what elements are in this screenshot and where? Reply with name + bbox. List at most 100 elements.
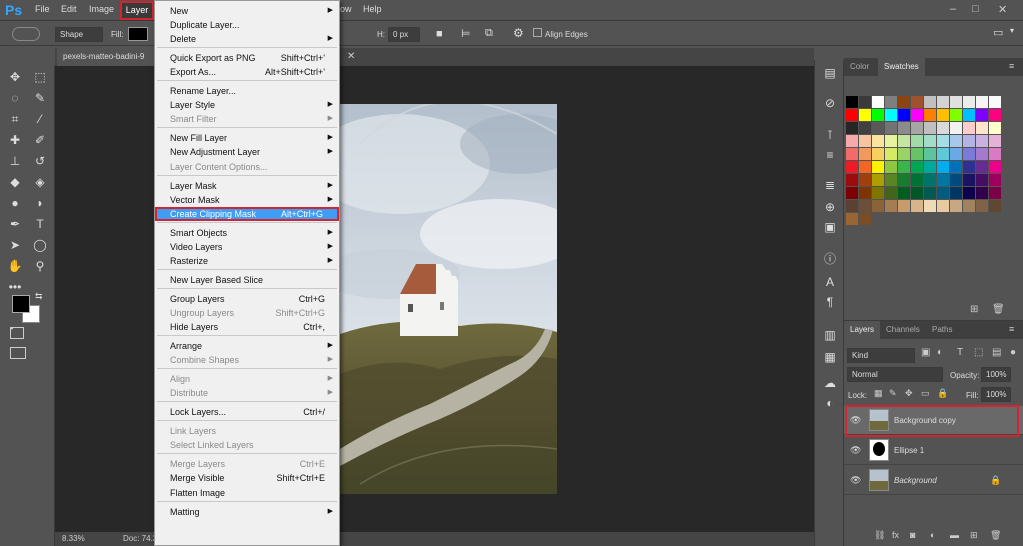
- color-swatch[interactable]: [846, 213, 858, 225]
- add-mask-icon[interactable]: ◙: [910, 530, 915, 540]
- color-swatch[interactable]: [846, 161, 858, 173]
- color-swatch[interactable]: [963, 200, 975, 212]
- color-swatch[interactable]: [937, 161, 949, 173]
- fill-input[interactable]: 100%: [981, 387, 1011, 402]
- restore-button[interactable]: □: [972, 3, 979, 15]
- color-swatch[interactable]: [924, 109, 936, 121]
- minimize-button[interactable]: –: [950, 3, 956, 15]
- ellipse-tool-preset-icon[interactable]: [12, 27, 40, 41]
- color-swatch[interactable]: [950, 109, 962, 121]
- close-tab-icon[interactable]: ✕: [347, 51, 355, 62]
- menu-item-merge-visible[interactable]: Merge Visible Shift+Ctrl+E: [155, 471, 339, 485]
- tab-paths[interactable]: Paths: [926, 321, 958, 339]
- color-swatch[interactable]: [898, 174, 910, 186]
- lock-all-icon[interactable]: 🔒: [937, 388, 948, 399]
- color-swatch[interactable]: [950, 96, 962, 108]
- menu-item-flatten-image[interactable]: Flatten Image: [155, 486, 339, 500]
- color-swatch[interactable]: [976, 200, 988, 212]
- color-swatch[interactable]: [976, 187, 988, 199]
- tab-layers[interactable]: Layers: [844, 321, 881, 339]
- menu-item-smart-objects[interactable]: Smart Objects ▶: [155, 226, 339, 240]
- color-swatch[interactable]: [885, 200, 897, 212]
- color-swatch[interactable]: [898, 200, 910, 212]
- color-swatch[interactable]: [911, 200, 923, 212]
- color-swatch[interactable]: [911, 174, 923, 186]
- color-swatch[interactable]: [937, 200, 949, 212]
- color-swatch[interactable]: [872, 109, 884, 121]
- menu-item-merge-layers[interactable]: Merge Layers Ctrl+E: [155, 457, 339, 471]
- eraser-tool-icon[interactable]: ◆: [5, 173, 25, 191]
- move-tool-icon[interactable]: ✥: [5, 68, 25, 86]
- color-swatch[interactable]: [989, 135, 1001, 147]
- delete-layer-icon[interactable]: 🗑: [990, 530, 1001, 541]
- adjustments-icon[interactable]: ⊺: [822, 128, 838, 144]
- color-swatch[interactable]: [898, 161, 910, 173]
- menu-item-duplicate-layer[interactable]: Duplicate Layer...: [155, 18, 339, 32]
- menu-item-export-as[interactable]: Export As... Alt+Shift+Ctrl+': [155, 65, 339, 79]
- color-swatch[interactable]: [924, 148, 936, 160]
- color-swatch[interactable]: [976, 96, 988, 108]
- more-tools-icon[interactable]: •••: [5, 278, 25, 296]
- screen-mode-icon[interactable]: [10, 347, 26, 359]
- ellipse-tool-icon[interactable]: ◯: [30, 236, 50, 254]
- color-swatch[interactable]: [924, 96, 936, 108]
- color-swatch[interactable]: [976, 161, 988, 173]
- color-swatch[interactable]: [950, 148, 962, 160]
- creative-cloud-icon[interactable]: ☁: [822, 376, 838, 392]
- path-arrangement-icon[interactable]: ⧉: [485, 27, 493, 40]
- lock-position-icon[interactable]: ✥: [905, 388, 913, 399]
- menu-item-matting[interactable]: Matting ▶: [155, 505, 339, 519]
- new-adjustment-icon[interactable]: ◐: [930, 530, 935, 540]
- menu-item-link-layers[interactable]: Link Layers: [155, 424, 339, 438]
- color-swatch[interactable]: [859, 109, 871, 121]
- color-swatch[interactable]: [989, 148, 1001, 160]
- menu-item-rename-layer[interactable]: Rename Layer...: [155, 84, 339, 98]
- chevron-down-icon[interactable]: ▾: [1010, 26, 1014, 35]
- styles-icon[interactable]: ≣: [822, 178, 838, 194]
- path-alignment-icon[interactable]: ⊨: [461, 27, 471, 40]
- path-selection-tool-icon[interactable]: ➤: [5, 236, 25, 254]
- menu-item-create-clipping-mask[interactable]: Create Clipping Mask Alt+Ctrl+G: [155, 206, 339, 221]
- color-swatch[interactable]: [950, 200, 962, 212]
- color-swatch[interactable]: [911, 96, 923, 108]
- color-swatch[interactable]: [989, 96, 1001, 108]
- menu-layer[interactable]: Layer: [120, 1, 154, 20]
- menu-image[interactable]: Image: [89, 4, 114, 14]
- color-swatch[interactable]: [872, 96, 884, 108]
- color-swatch[interactable]: [846, 148, 858, 160]
- menu-item-new-fill-layer[interactable]: New Fill Layer ▶: [155, 131, 339, 145]
- menu-item-layer-mask[interactable]: Layer Mask ▶: [155, 179, 339, 193]
- clone-source-icon[interactable]: ⊕: [822, 200, 838, 216]
- layer-style-icon[interactable]: fx: [892, 530, 899, 540]
- color-swatch[interactable]: [937, 187, 949, 199]
- color-swatch[interactable]: [872, 122, 884, 134]
- color-swatch[interactable]: [963, 109, 975, 121]
- color-swatch[interactable]: [872, 174, 884, 186]
- color-swatch[interactable]: [989, 187, 1001, 199]
- pen-tool-icon[interactable]: ✒: [5, 215, 25, 233]
- notes-icon[interactable]: ▦: [822, 350, 838, 366]
- lasso-tool-icon[interactable]: ◌: [5, 89, 25, 107]
- blend-mode-select[interactable]: Normal: [847, 367, 943, 382]
- menu-item-ungroup-layers[interactable]: Ungroup Layers Shift+Ctrl+G: [155, 306, 339, 320]
- history-icon[interactable]: ▤: [822, 66, 838, 82]
- close-button[interactable]: ✕: [998, 3, 1007, 16]
- color-swatch[interactable]: [963, 174, 975, 186]
- color-swatch[interactable]: [924, 187, 936, 199]
- crop-tool-icon[interactable]: ⌗: [5, 110, 25, 128]
- layer-filter-select[interactable]: Kind: [847, 348, 915, 363]
- workspace-icon[interactable]: ▭: [993, 26, 1003, 39]
- zoom-level[interactable]: 8.33%: [62, 534, 85, 543]
- trash-icon[interactable]: 🗑: [992, 304, 1005, 315]
- menu-item-video-layers[interactable]: Video Layers ▶: [155, 240, 339, 254]
- filter-shape-icon[interactable]: ⬚: [974, 347, 983, 358]
- filter-type-icon[interactable]: T: [957, 347, 963, 358]
- color-swatch[interactable]: [911, 187, 923, 199]
- color-swatch[interactable]: [976, 122, 988, 134]
- properties-icon[interactable]: ≡: [822, 148, 838, 164]
- color-swatch[interactable]: [924, 161, 936, 173]
- color-swatch[interactable]: [950, 122, 962, 134]
- color-swatch[interactable]: [911, 148, 923, 160]
- color-swatch[interactable]: [976, 148, 988, 160]
- color-swatch[interactable]: [911, 122, 923, 134]
